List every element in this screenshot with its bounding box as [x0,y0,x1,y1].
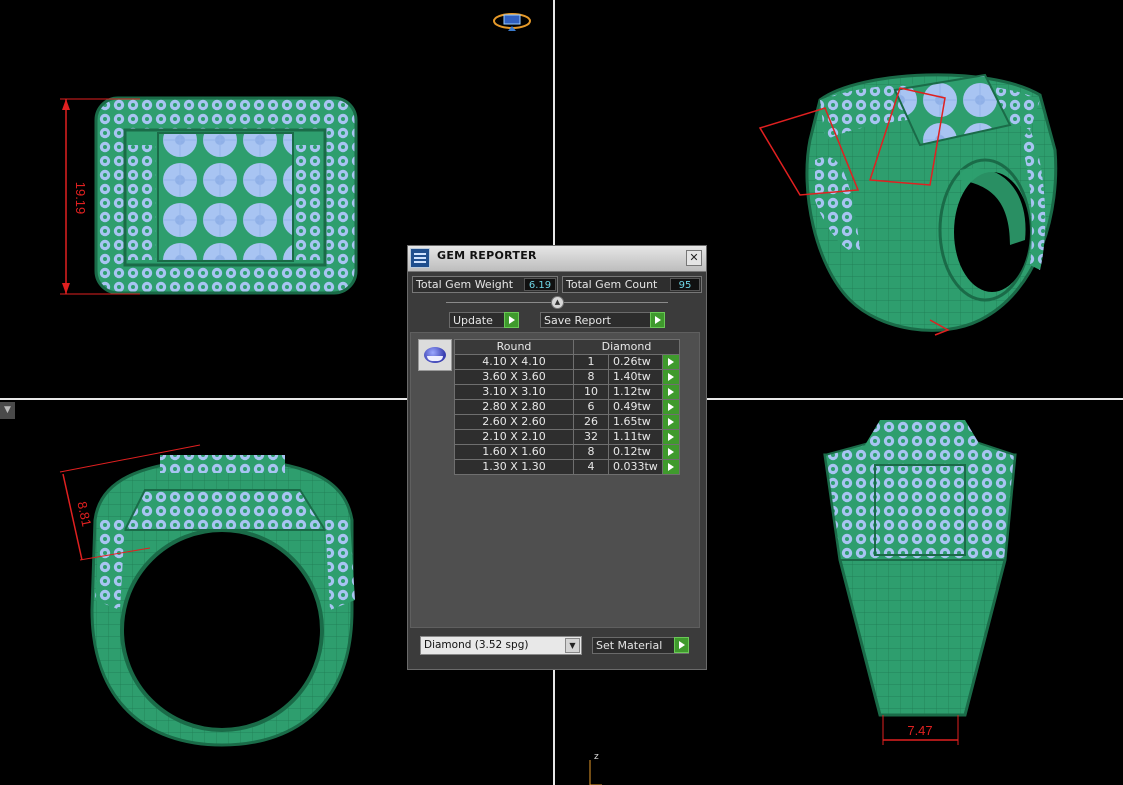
gem-count: 10 [573,384,609,400]
total-gem-count: Total Gem Count 95 [562,276,702,293]
material-header: Diamond [573,339,680,355]
select-row-arrow-icon[interactable] [662,414,680,430]
select-row-arrow-icon[interactable] [662,399,680,415]
gem-weight: 1.40tw [608,369,663,385]
total-gem-count-label: Total Gem Count [566,278,658,291]
side-view-dimension-label: 7.47 [907,723,932,738]
gem-count: 8 [573,444,609,460]
gem-weight: 1.12tw [608,384,663,400]
select-row-arrow-icon[interactable] [662,444,680,460]
gem-count: 1 [573,354,609,370]
play-arrow-icon [674,637,689,653]
collapse-toggle-icon[interactable]: ▲ [551,296,564,309]
material-select[interactable]: Diamond (3.52 spg) ▼ [420,636,582,655]
gem-table-header: Round Diamond [454,339,680,355]
top-view-ring[interactable] [94,96,358,295]
save-report-button[interactable]: Save Report [540,312,665,328]
save-report-button-label: Save Report [544,314,611,327]
front-view-ring[interactable] [90,455,355,747]
axis-indicator [589,760,602,785]
gem-size: 2.60 X 2.60 [454,414,574,430]
view-orientation-icon[interactable] [493,13,531,31]
total-gem-weight-value: 6.19 [524,278,556,291]
gem-count: 4 [573,459,609,475]
select-row-arrow-icon[interactable] [662,354,680,370]
viewport-menu-arrow-icon[interactable]: ▼ [0,402,15,419]
update-button-label: Update [453,314,493,327]
chevron-down-icon[interactable]: ▼ [565,638,580,653]
gem-table: Round Diamond 4.10 X 4.10 1 0.26tw 3.60 … [454,339,680,475]
table-row: 3.60 X 3.60 8 1.40tw [454,369,680,385]
panel-title: GEM REPORTER [437,249,537,262]
gem-weight: 0.26tw [608,354,663,370]
gem-weight: 1.11tw [608,429,663,445]
close-button[interactable]: ✕ [686,250,702,266]
gem-size: 3.60 X 3.60 [454,369,574,385]
top-view-dimension-label: 19.19 [73,182,88,215]
material-select-value: Diamond (3.52 spg) [424,639,529,651]
set-material-button-label: Set Material [596,639,663,652]
table-row: 2.10 X 2.10 32 1.11tw [454,429,680,445]
gem-size: 2.10 X 2.10 [454,429,574,445]
front-view-dimension-label: 8.81 [74,500,94,528]
total-gem-weight-label: Total Gem Weight [416,278,514,291]
side-view-ring[interactable] [823,420,1017,717]
gem-weight: 1.65tw [608,414,663,430]
gem-weight: 0.12tw [608,444,663,460]
total-gem-weight: Total Gem Weight 6.19 [412,276,558,293]
gem-reporter-titlebar[interactable]: GEM REPORTER ✕ [408,246,706,272]
gem-reporter-app-icon [410,248,430,268]
update-button[interactable]: Update [449,312,519,328]
total-gem-count-value: 95 [670,278,700,291]
gem-list-area: Round Diamond 4.10 X 4.10 1 0.26tw 3.60 … [410,332,700,628]
set-material-button[interactable]: Set Material [592,637,689,654]
table-row: 2.80 X 2.80 6 0.49tw [454,399,680,415]
round-gem-icon[interactable] [418,339,452,371]
play-arrow-icon [504,312,519,328]
select-row-arrow-icon[interactable] [662,369,680,385]
select-row-arrow-icon[interactable] [662,459,680,475]
gem-size: 2.80 X 2.80 [454,399,574,415]
gem-count: 26 [573,414,609,430]
perspective-view-ring[interactable] [805,73,1058,332]
gem-count: 8 [573,369,609,385]
select-row-arrow-icon[interactable] [662,384,680,400]
gem-size: 3.10 X 3.10 [454,384,574,400]
gem-count: 6 [573,399,609,415]
gem-size: 1.30 X 1.30 [454,459,574,475]
gem-weight: 0.033tw [608,459,663,475]
gem-count: 32 [573,429,609,445]
gem-reporter-panel: GEM REPORTER ✕ Total Gem Weight 6.19 Tot… [407,245,707,670]
table-row: 1.30 X 1.30 4 0.033tw [454,459,680,475]
table-row: 3.10 X 3.10 10 1.12tw [454,384,680,400]
table-row: 2.60 X 2.60 26 1.65tw [454,414,680,430]
table-row: 4.10 X 4.10 1 0.26tw [454,354,680,370]
shape-header: Round [454,339,574,355]
select-row-arrow-icon[interactable] [662,429,680,445]
axis-z-label: z [594,752,599,762]
table-row: 1.60 X 1.60 8 0.12tw [454,444,680,460]
gem-weight: 0.49tw [608,399,663,415]
gem-size: 1.60 X 1.60 [454,444,574,460]
play-arrow-icon [650,312,665,328]
gem-size: 4.10 X 4.10 [454,354,574,370]
